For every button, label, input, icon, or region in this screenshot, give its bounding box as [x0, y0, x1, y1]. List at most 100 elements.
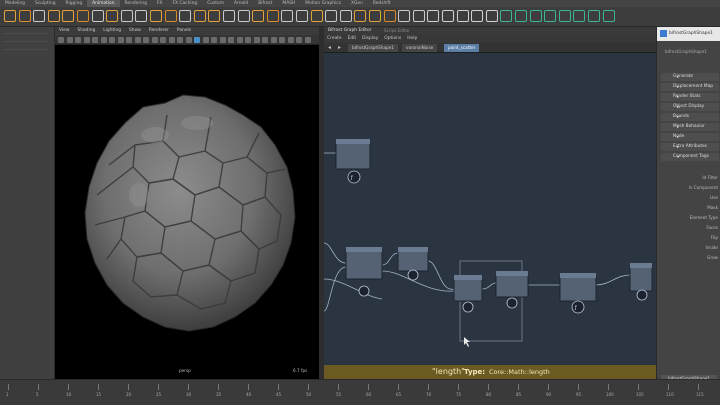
- ge-menu-options[interactable]: Options: [381, 35, 404, 43]
- viewport-tool-icon[interactable]: [75, 37, 81, 43]
- viewport-tool-icon[interactable]: [83, 37, 90, 43]
- shelf-tool-icon[interactable]: [369, 10, 381, 22]
- shelf-tool-icon[interactable]: [106, 10, 119, 22]
- viewport-tool-icon[interactable]: [66, 37, 73, 43]
- shelf-tool-icon[interactable]: [325, 10, 338, 22]
- shelf-tool-icon[interactable]: [47, 10, 60, 22]
- shelf-tab-sculpting[interactable]: Sculpting: [30, 0, 61, 7]
- shelf-tab-redshift[interactable]: Redshift: [368, 0, 396, 7]
- shelf-tool-icon[interactable]: [77, 10, 89, 22]
- shelf-tool-icon[interactable]: [281, 10, 294, 22]
- section-render-stats[interactable]: ▸ Render Stats: [661, 93, 719, 101]
- shelf-tool-icon[interactable]: [544, 10, 557, 22]
- shelf-tool-icon[interactable]: [252, 10, 265, 22]
- shelf-tool-icon[interactable]: [266, 10, 279, 22]
- shelf-tool-icon[interactable]: [91, 10, 104, 22]
- shelf-tool-icon[interactable]: [135, 10, 148, 22]
- viewport-menu-show[interactable]: Show: [125, 27, 145, 35]
- viewport-tool-icon[interactable]: [304, 37, 311, 43]
- viewport-tool-icon[interactable]: [270, 37, 277, 43]
- shelf-tab-modeling[interactable]: Modeling: [0, 0, 30, 7]
- shelf-tab-arnold[interactable]: Arnold: [229, 0, 253, 7]
- viewport-tool-icon[interactable]: [177, 37, 183, 43]
- shelf-tool-icon[interactable]: [4, 10, 16, 22]
- shelf-tab-animation[interactable]: Animation: [87, 0, 120, 7]
- shelf-tool-icon[interactable]: [471, 10, 484, 22]
- forward-arrow-icon[interactable]: ▸: [338, 44, 341, 51]
- viewport-tool-icon[interactable]: [185, 37, 192, 43]
- section-component-tags[interactable]: ▾ Component Tags: [661, 153, 719, 161]
- viewport-tool-icon[interactable]: [219, 37, 226, 43]
- ge-menu-edit[interactable]: Edit: [345, 35, 360, 43]
- viewport-tool-icon[interactable]: [262, 37, 268, 43]
- shelf-tab-rendering[interactable]: Rendering: [120, 0, 152, 7]
- shelf-tool-icon[interactable]: [602, 10, 615, 22]
- attribute-editor-header[interactable]: bifrostGraphShape1: [657, 27, 720, 41]
- shelf-tool-icon[interactable]: [573, 10, 586, 22]
- back-arrow-icon[interactable]: ◂: [328, 44, 331, 51]
- shelf-tool-icon[interactable]: [62, 10, 75, 22]
- shelf-tool-icon[interactable]: [412, 10, 425, 22]
- viewport-tool-icon[interactable]: [236, 37, 243, 43]
- viewport-menu-renderer[interactable]: Renderer: [145, 27, 173, 35]
- viewport-tool-icon[interactable]: [287, 37, 294, 43]
- shelf-tool-icon[interactable]: [150, 10, 162, 22]
- shelf-tool-icon[interactable]: [223, 10, 235, 22]
- viewport-tool-icon[interactable]: [194, 37, 200, 43]
- viewport-menu-shading[interactable]: Shading: [73, 27, 99, 35]
- shelf-tool-icon[interactable]: [208, 10, 221, 22]
- shelf-tool-icon[interactable]: [237, 10, 250, 22]
- shelf-tab-bifrost[interactable]: Bifrost: [253, 0, 277, 7]
- shelf-tool-icon[interactable]: [164, 10, 177, 22]
- shelf-tool-icon[interactable]: [588, 10, 600, 22]
- viewport-tool-icon[interactable]: [58, 37, 64, 43]
- shelf-tool-icon[interactable]: [120, 10, 133, 22]
- shelf-tab-motion-graphics[interactable]: Motion Graphics: [300, 0, 346, 7]
- shelf-tool-icon[interactable]: [529, 10, 542, 22]
- viewport-tool-icon[interactable]: [253, 37, 260, 43]
- node-name-field[interactable]: bifrostGraphShape1: [665, 49, 707, 54]
- shelf-tool-icon[interactable]: [296, 10, 308, 22]
- section-generate[interactable]: ▸ Generate: [661, 73, 719, 81]
- viewport-menu-panels[interactable]: Panels: [173, 27, 195, 35]
- shelf-tool-icon[interactable]: [193, 10, 206, 22]
- shelf-tool-icon[interactable]: [442, 10, 454, 22]
- viewport-tool-icon[interactable]: [279, 37, 285, 43]
- viewport-tool-icon[interactable]: [134, 37, 141, 43]
- section-mesh-behavior[interactable]: ▸ Mesh Behavior: [661, 123, 719, 131]
- time-slider[interactable]: 1 5 10 15 20 25 30 35 40 45 50 55 60 65 70 75 80 85 90 95 10…: [0, 379, 720, 405]
- shelf-tool-icon[interactable]: [354, 10, 367, 22]
- tab-point-scatter[interactable]: point_scatter: [444, 44, 480, 52]
- viewport-3d-view[interactable]: [55, 45, 319, 379]
- viewport-menu-view[interactable]: View: [55, 27, 73, 35]
- viewport-tool-icon[interactable]: [151, 37, 158, 43]
- viewport-tool-icon[interactable]: [100, 37, 107, 43]
- viewport-tool-icon[interactable]: [126, 37, 132, 43]
- section-node[interactable]: ▸ Node: [661, 133, 719, 141]
- shelf-tool-icon[interactable]: [310, 10, 323, 22]
- ge-menu-create[interactable]: Create: [324, 35, 345, 43]
- viewport-tool-icon[interactable]: [228, 37, 234, 43]
- shelf-tool-icon[interactable]: [427, 10, 440, 22]
- shelf-tab-fx[interactable]: FX: [152, 0, 168, 7]
- section-bounds[interactable]: ▸ Bounds: [661, 113, 719, 121]
- tab-voronoi-noise[interactable]: voronoiNoise: [402, 44, 438, 52]
- viewport-tool-icon[interactable]: [296, 37, 302, 43]
- shelf-tab-fx-caching[interactable]: FX Caching: [168, 0, 203, 7]
- script-editor-tab[interactable]: Script Editor: [384, 28, 410, 33]
- shelf-tool-icon[interactable]: [398, 10, 411, 22]
- shelf-tool-icon[interactable]: [558, 10, 571, 22]
- shelf-tab-xgen[interactable]: XGen: [346, 0, 368, 7]
- viewport-tool-icon[interactable]: [211, 37, 217, 43]
- shelf-tool-icon[interactable]: [339, 10, 352, 22]
- viewport-panel[interactable]: View Shading Lighting Show Renderer Pane…: [55, 27, 319, 379]
- shelf-tool-icon[interactable]: [515, 10, 527, 22]
- shelf-tab-mash[interactable]: MASH: [277, 0, 300, 7]
- ge-menu-display[interactable]: Display: [359, 35, 381, 43]
- viewport-tool-icon[interactable]: [143, 37, 149, 43]
- section-object-display[interactable]: ▸ Object Display: [661, 103, 719, 111]
- node-graph-canvas[interactable]: ƒ ƒ: [323, 53, 656, 365]
- viewport-tool-icon[interactable]: [117, 37, 124, 43]
- viewport-tool-icon[interactable]: [245, 37, 251, 43]
- shelf-tool-icon[interactable]: [18, 10, 31, 22]
